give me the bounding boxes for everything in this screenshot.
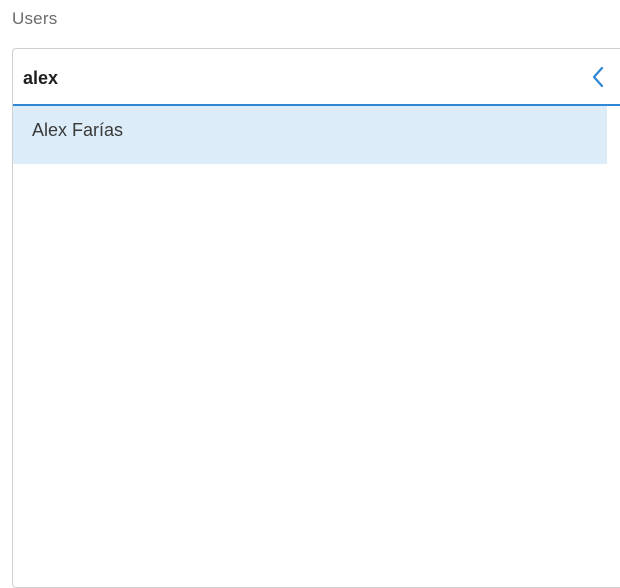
users-field-label: Users <box>12 9 58 28</box>
search-row <box>13 49 620 106</box>
chevron-left-icon <box>592 66 604 88</box>
list-item-alex-farias[interactable]: Alex Farías <box>13 106 607 164</box>
list-item-label: Alex Farías <box>32 119 124 140</box>
users-combobox: Alex Farías <box>12 48 620 588</box>
results-list: Alex Farías <box>13 106 607 164</box>
collapse-button[interactable] <box>587 62 611 92</box>
search-input[interactable] <box>23 63 563 93</box>
